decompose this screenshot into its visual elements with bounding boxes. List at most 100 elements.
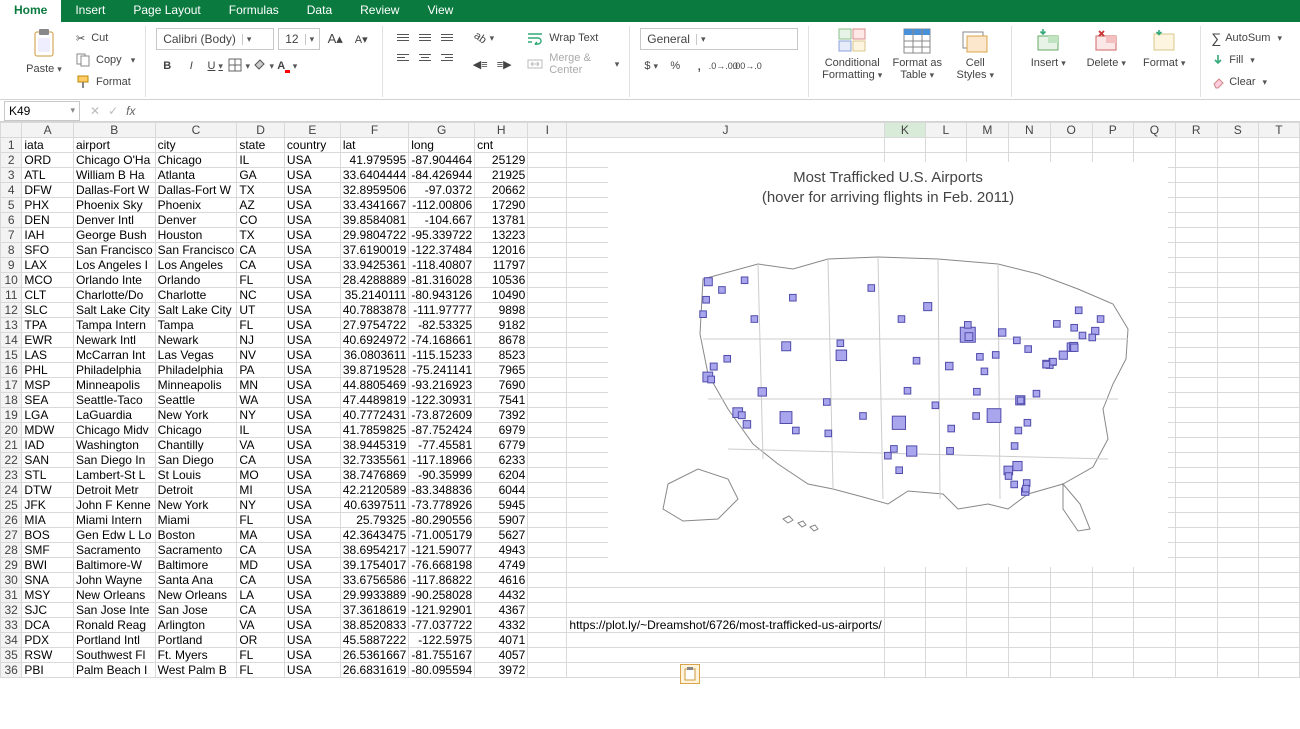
cell[interactable] — [1175, 663, 1217, 678]
cell[interactable] — [1217, 588, 1258, 603]
cell[interactable]: 9182 — [475, 318, 528, 333]
cell[interactable]: 4943 — [475, 543, 528, 558]
cell[interactable]: -81.755167 — [409, 648, 475, 663]
cell[interactable]: Dallas-Fort W — [155, 183, 237, 198]
cell[interactable] — [1175, 198, 1217, 213]
cell[interactable] — [1175, 498, 1217, 513]
cell[interactable] — [966, 633, 1008, 648]
cell[interactable]: MA — [237, 528, 285, 543]
airport-marker[interactable] — [708, 376, 715, 383]
cell[interactable]: -87.752424 — [409, 423, 475, 438]
cell[interactable] — [528, 558, 567, 573]
airport-marker[interactable] — [758, 387, 766, 395]
delete-cells-button[interactable]: Delete — [1080, 26, 1132, 69]
format-painter-button[interactable]: Format — [76, 72, 135, 92]
cell[interactable]: New York — [155, 498, 237, 513]
cell[interactable] — [528, 363, 567, 378]
cell[interactable] — [926, 138, 967, 153]
cell[interactable] — [1175, 183, 1217, 198]
cell[interactable]: -117.86822 — [409, 573, 475, 588]
col-header[interactable]: C — [155, 123, 237, 138]
cell[interactable] — [1258, 483, 1299, 498]
cell[interactable]: country — [284, 138, 340, 153]
airport-marker[interactable] — [1075, 307, 1082, 314]
cell[interactable]: Denver Intl — [73, 213, 155, 228]
airport-marker[interactable] — [700, 310, 707, 317]
cell[interactable] — [528, 348, 567, 363]
cell[interactable]: Palm Beach I — [73, 663, 155, 678]
row-header[interactable]: 19 — [1, 408, 22, 423]
cell-styles-button[interactable]: Cell Styles — [949, 26, 1001, 81]
cell[interactable] — [1133, 573, 1175, 588]
row-header[interactable]: 27 — [1, 528, 22, 543]
cell[interactable]: George Bush — [73, 228, 155, 243]
decrease-font-button[interactable]: A▾ — [350, 29, 372, 49]
cell[interactable] — [1217, 468, 1258, 483]
cell[interactable]: -122.5975 — [409, 633, 475, 648]
col-header[interactable]: E — [284, 123, 340, 138]
cell[interactable] — [1217, 213, 1258, 228]
cell[interactable] — [1217, 228, 1258, 243]
cell[interactable]: NV — [237, 348, 285, 363]
cell[interactable]: 13223 — [475, 228, 528, 243]
cell[interactable] — [926, 648, 967, 663]
cell[interactable]: 40.6924972 — [340, 333, 408, 348]
cell[interactable]: Baltimore — [155, 558, 237, 573]
cell[interactable] — [1217, 348, 1258, 363]
airport-marker[interactable] — [973, 412, 980, 419]
airport-marker[interactable] — [1071, 344, 1078, 351]
cell[interactable] — [528, 228, 567, 243]
cell[interactable] — [926, 573, 967, 588]
cell[interactable]: Lambert-St L — [73, 468, 155, 483]
cell[interactable]: USA — [284, 588, 340, 603]
cell[interactable]: -90.258028 — [409, 588, 475, 603]
cell[interactable] — [884, 663, 925, 678]
tab-view[interactable]: View — [413, 0, 467, 22]
cell[interactable]: Chantilly — [155, 438, 237, 453]
cell[interactable]: Gen Edw L Lo — [73, 528, 155, 543]
cell[interactable] — [884, 588, 925, 603]
cell[interactable] — [1175, 408, 1217, 423]
cell[interactable]: -73.872609 — [409, 408, 475, 423]
cell[interactable] — [528, 528, 567, 543]
cell[interactable] — [1175, 633, 1217, 648]
cell[interactable]: IL — [237, 423, 285, 438]
font-size-combo[interactable]: 12▾ — [278, 28, 320, 50]
cell[interactable] — [1092, 138, 1133, 153]
cell[interactable]: Minneapolis — [73, 378, 155, 393]
airport-marker[interactable] — [913, 357, 920, 364]
cell[interactable]: IAD — [22, 438, 74, 453]
cell[interactable] — [1175, 528, 1217, 543]
airport-marker[interactable] — [896, 466, 903, 473]
cell[interactable]: -75.241141 — [409, 363, 475, 378]
orientation-button[interactable]: ab — [469, 28, 499, 48]
airport-marker[interactable] — [948, 425, 955, 432]
cell[interactable]: 10536 — [475, 273, 528, 288]
cell[interactable] — [1258, 378, 1299, 393]
cell[interactable] — [1175, 258, 1217, 273]
cell[interactable]: USA — [284, 198, 340, 213]
cell[interactable] — [1050, 588, 1092, 603]
cell[interactable]: Miami — [155, 513, 237, 528]
cell[interactable] — [1217, 168, 1258, 183]
cell[interactable]: Atlanta — [155, 168, 237, 183]
col-header[interactable]: S — [1217, 123, 1258, 138]
cell[interactable] — [1009, 648, 1051, 663]
airport-marker[interactable] — [1071, 324, 1078, 331]
cell[interactable]: 27.9754722 — [340, 318, 408, 333]
cell[interactable] — [1217, 663, 1258, 678]
row-header[interactable]: 30 — [1, 573, 22, 588]
cell[interactable] — [528, 618, 567, 633]
cell[interactable]: IL — [237, 153, 285, 168]
cell[interactable]: Chicago — [155, 423, 237, 438]
airport-marker[interactable] — [974, 388, 981, 395]
cell[interactable] — [1217, 543, 1258, 558]
cell[interactable]: LAX — [22, 258, 74, 273]
cell[interactable] — [1175, 363, 1217, 378]
cell[interactable] — [926, 588, 967, 603]
cell[interactable] — [1050, 648, 1092, 663]
cell[interactable]: USA — [284, 498, 340, 513]
cell[interactable]: 5907 — [475, 513, 528, 528]
cell[interactable]: USA — [284, 453, 340, 468]
cell[interactable]: 37.3618619 — [340, 603, 408, 618]
